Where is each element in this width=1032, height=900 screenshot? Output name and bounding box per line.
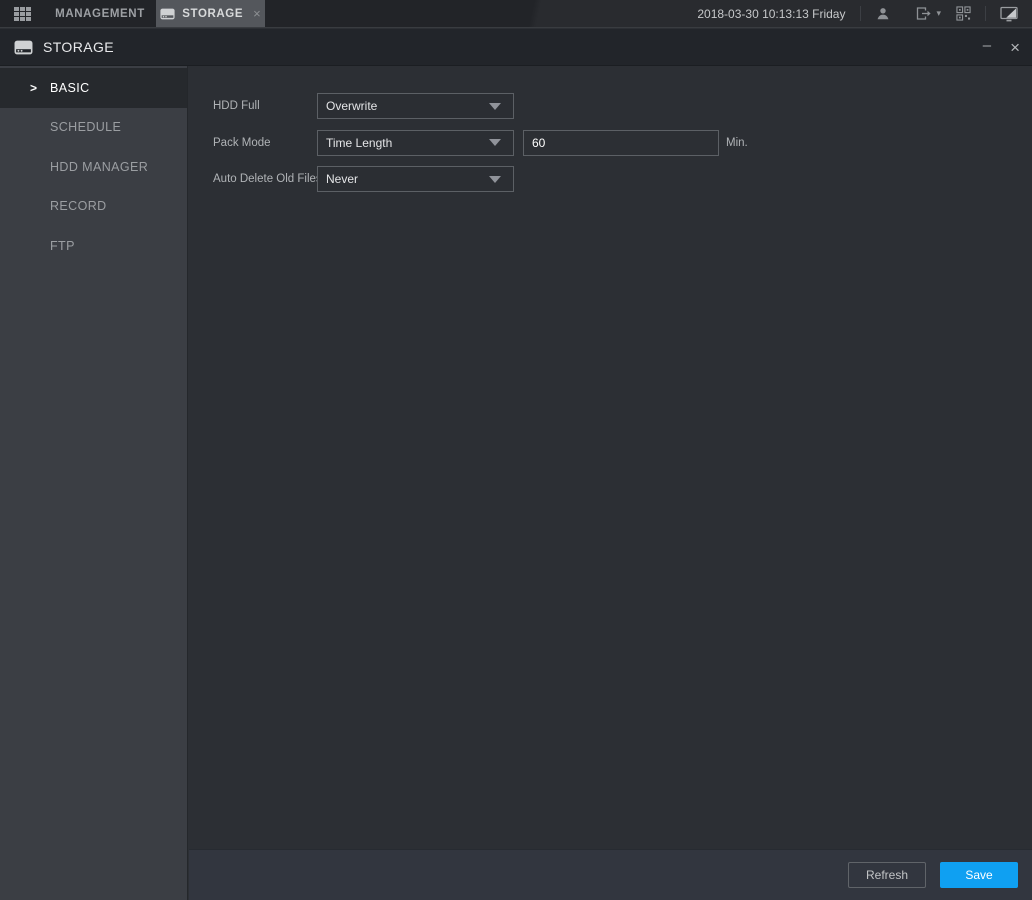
pack-mode-dropdown[interactable]: Time Length	[317, 130, 514, 156]
sidebar: > BASIC SCHEDULE HDD MANAGER RECORD FTP	[0, 66, 188, 900]
sidebar-item-schedule[interactable]: SCHEDULE	[0, 108, 187, 148]
active-item-arrow-icon: >	[30, 81, 50, 95]
window-titlebar: STORAGE – ×	[0, 29, 1032, 66]
minutes-unit-label: Min.	[726, 137, 748, 149]
sidebar-item-label: FTP	[50, 239, 75, 253]
hdd-full-dropdown[interactable]: Overwrite	[317, 93, 514, 119]
topbar-divider	[985, 6, 986, 21]
chevron-down-icon: ▾	[936, 8, 941, 19]
basic-settings-panel: HDD Full Overwrite Pack Mode Time Length…	[189, 66, 1032, 849]
screen: { "topbar": { "tabs": [ { "label": "MANA…	[0, 0, 1032, 900]
logout-icon[interactable]: ▾	[914, 6, 943, 21]
chevron-down-icon	[489, 176, 501, 183]
chevron-down-icon	[489, 103, 501, 110]
qr-code-icon[interactable]	[954, 6, 973, 21]
sidebar-item-record[interactable]: RECORD	[0, 187, 187, 227]
window-controls: – ×	[981, 38, 1032, 57]
tab-storage[interactable]: STORAGE ×	[156, 0, 265, 27]
pack-mode-label: Pack Mode	[213, 137, 317, 149]
minimize-button[interactable]: –	[981, 38, 993, 57]
dropdown-selected-value: Overwrite	[326, 99, 377, 113]
tab-storage-label: STORAGE	[182, 8, 243, 20]
sidebar-item-label: SCHEDULE	[50, 120, 121, 134]
sidebar-item-label: HDD MANAGER	[50, 160, 148, 174]
save-button[interactable]: Save	[940, 862, 1018, 888]
tab-close-icon[interactable]: ×	[253, 7, 261, 20]
refresh-button[interactable]: Refresh	[848, 862, 926, 888]
close-button[interactable]: ×	[1008, 39, 1022, 56]
sidebar-item-hdd-manager[interactable]: HDD MANAGER	[0, 147, 187, 187]
chevron-down-icon	[489, 139, 501, 146]
dropdown-selected-value: Time Length	[326, 136, 392, 150]
hdd-full-label: HDD Full	[213, 100, 317, 112]
pack-length-input[interactable]	[523, 130, 719, 156]
apps-grid-icon	[14, 7, 31, 21]
tab-management-label: MANAGEMENT	[55, 8, 145, 20]
user-icon[interactable]	[873, 6, 893, 22]
sidebar-item-label: RECORD	[50, 199, 107, 213]
sidebar-item-label: BASIC	[50, 81, 90, 95]
storage-disk-icon	[14, 40, 33, 55]
tab-management[interactable]: MANAGEMENT	[44, 0, 156, 27]
sidebar-item-ftp[interactable]: FTP	[0, 226, 187, 266]
hdd-full-row: HDD Full Overwrite	[213, 93, 1032, 119]
topbar-divider	[860, 6, 861, 21]
apps-grid-button[interactable]	[0, 0, 44, 27]
auto-delete-dropdown[interactable]: Never	[317, 166, 514, 192]
dropdown-selected-value: Never	[326, 172, 358, 186]
topbar: MANAGEMENT STORAGE × 2018-03-30 10:13:13…	[0, 0, 1032, 28]
footer-bar: Refresh Save	[189, 849, 1032, 900]
storage-disk-icon	[160, 8, 175, 20]
auto-delete-row: Auto Delete Old Files Never	[213, 166, 1032, 192]
pack-mode-row: Pack Mode Time Length Min.	[213, 130, 1032, 156]
sidebar-item-basic[interactable]: > BASIC	[0, 68, 187, 108]
auto-delete-label: Auto Delete Old Files	[213, 173, 317, 185]
window-title: STORAGE	[43, 39, 114, 55]
datetime-text: 2018-03-30 10:13:13 Friday	[697, 7, 845, 21]
monitor-icon[interactable]	[998, 6, 1020, 22]
